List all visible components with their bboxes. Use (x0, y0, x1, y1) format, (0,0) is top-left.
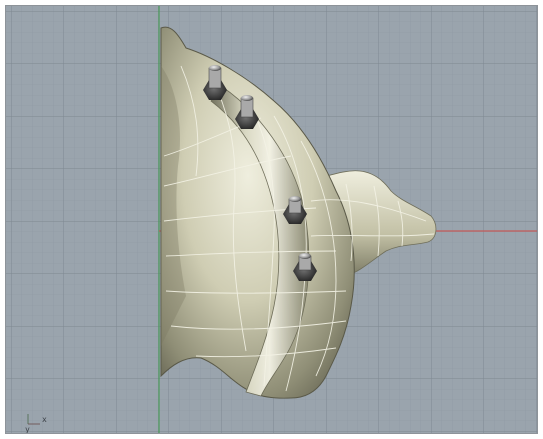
viewport-canvas[interactable] (6, 6, 538, 434)
cad-viewport-top[interactable]: x y (6, 6, 537, 433)
axis-icon-x-label: x (42, 415, 47, 424)
axis-icon-y-label: y (25, 425, 30, 434)
viewport-frame[interactable]: x y (5, 5, 538, 434)
